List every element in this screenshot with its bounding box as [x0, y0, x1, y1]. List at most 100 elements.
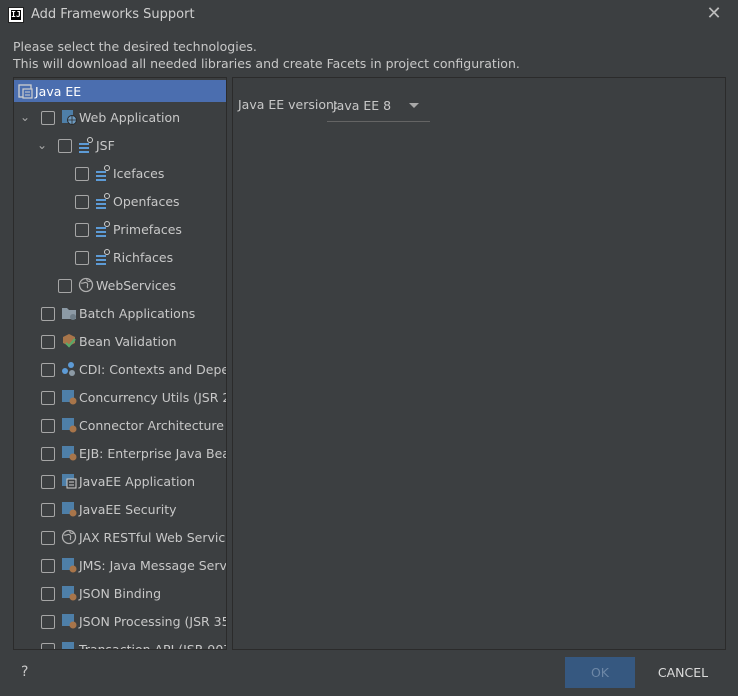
tree-item-label: JAX RESTful Web Services	[79, 530, 227, 545]
javaee-app-icon	[18, 84, 33, 99]
tree-item-richfaces[interactable]: Richfaces	[14, 243, 226, 271]
intellij-logo-icon: IJ	[8, 7, 24, 23]
java-ee-version-label: Java EE version:	[238, 97, 339, 112]
jsf-icon	[79, 137, 93, 153]
tree-item-batch-applications[interactable]: Batch Applications	[14, 299, 226, 327]
checkbox[interactable]	[75, 167, 89, 181]
cdi-icon	[62, 362, 75, 376]
description: Please select the desired technologies. …	[13, 38, 520, 72]
globe-icon	[78, 277, 94, 293]
tree-item-webservices[interactable]: WebServices	[14, 271, 226, 299]
checkbox[interactable]	[58, 139, 72, 153]
module-icon	[62, 418, 77, 433]
checkbox[interactable]	[41, 587, 55, 601]
checkbox[interactable]	[41, 391, 55, 405]
module-icon	[62, 446, 77, 461]
folder-icon	[62, 308, 76, 320]
tree-item-label: Batch Applications	[79, 306, 196, 321]
checkbox[interactable]	[41, 335, 55, 349]
tree-item-concurrency-utils[interactable]: Concurrency Utils (JSR 236	[14, 383, 226, 411]
module-icon	[62, 502, 77, 517]
chevron-down-icon[interactable]: ⌄	[19, 111, 31, 123]
web-app-icon	[62, 110, 77, 125]
checkbox[interactable]	[41, 615, 55, 629]
javaee-app-icon	[62, 474, 77, 489]
tree-item-cdi[interactable]: CDI: Contexts and Depend	[14, 355, 226, 383]
module-icon	[62, 642, 74, 649]
module-icon	[62, 586, 77, 601]
tree-item-label: Bean Validation	[79, 334, 177, 349]
tree-root-label: Java EE	[35, 84, 82, 99]
module-icon	[62, 390, 77, 405]
jsf-icon	[96, 193, 110, 209]
ok-button[interactable]: OK	[565, 657, 635, 688]
frameworks-tree: Java EE ⌄ Web Application ⌄ JSF Icefaces…	[13, 77, 227, 650]
java-ee-version-select[interactable]: Java EE 8	[327, 91, 430, 122]
tree-item-label: Openfaces	[113, 194, 180, 209]
tree-item-label: CDI: Contexts and Depend	[79, 362, 226, 377]
cancel-button[interactable]: CANCEL	[648, 657, 718, 688]
checkbox[interactable]	[41, 363, 55, 377]
tree-item-jms[interactable]: JMS: Java Message Service	[14, 551, 226, 579]
chevron-down-icon[interactable]: ⌄	[36, 139, 48, 151]
close-button[interactable]: ✕	[704, 3, 724, 25]
tree-item-label: Transaction API (JSR 907)	[79, 642, 227, 650]
description-line-1: Please select the desired technologies.	[13, 39, 257, 54]
tree-item-label: JSON Binding	[79, 586, 162, 601]
checkbox[interactable]	[41, 111, 55, 125]
tree-item-connector-architecture[interactable]: Connector Architecture (JS	[14, 411, 226, 439]
tree-item-label: JavaEE Security	[79, 502, 177, 517]
checkbox[interactable]	[41, 447, 55, 461]
checkbox[interactable]	[58, 279, 72, 293]
checkbox[interactable]	[75, 251, 89, 265]
tree-item-label: JMS: Java Message Service	[79, 558, 227, 573]
tree-item-label: Primefaces	[113, 222, 182, 237]
description-line-2: This will download all needed libraries …	[13, 56, 520, 71]
checkbox[interactable]	[75, 223, 89, 237]
settings-panel: Java EE version: Java EE 8	[232, 77, 726, 650]
checkbox[interactable]	[41, 643, 55, 649]
jsf-icon	[96, 221, 110, 237]
tree-item-transaction-api[interactable]: Transaction API (JSR 907)	[14, 635, 227, 650]
tree-item-label: JSF	[96, 138, 115, 153]
tree-item-label: JavaEE Application	[79, 474, 196, 489]
tree-root-java-ee[interactable]: Java EE	[14, 80, 226, 102]
tree-item-jsf[interactable]: ⌄ JSF	[14, 131, 226, 159]
checkbox[interactable]	[41, 419, 55, 433]
tree-item-jax-restful[interactable]: JAX RESTful Web Services	[14, 523, 226, 551]
checkbox[interactable]	[41, 475, 55, 489]
close-icon: ✕	[706, 3, 722, 24]
tree-item-label: Richfaces	[113, 250, 174, 265]
tree-item-label: EJB: Enterprise Java Beans	[79, 446, 226, 461]
module-icon	[62, 558, 77, 573]
checkbox[interactable]	[41, 307, 55, 321]
java-ee-version-value: Java EE 8	[333, 98, 392, 113]
tree-item-web-application[interactable]: ⌄ Web Application	[14, 103, 226, 131]
tree-item-bean-validation[interactable]: Bean Validation	[14, 327, 226, 355]
tree-item-label: WebServices	[96, 278, 176, 293]
window-title: Add Frameworks Support	[31, 7, 195, 22]
tree-item-label: Concurrency Utils (JSR 236	[79, 390, 226, 405]
tree-item-label: Icefaces	[113, 166, 165, 181]
checkbox[interactable]	[41, 531, 55, 545]
tree-item-openfaces[interactable]: Openfaces	[14, 187, 226, 215]
checkbox[interactable]	[41, 503, 55, 517]
title-bar: IJ Add Frameworks Support ✕	[0, 0, 738, 30]
checkbox[interactable]	[41, 559, 55, 573]
tree-item-primefaces[interactable]: Primefaces	[14, 215, 226, 243]
tree-item-label: Web Application	[79, 110, 181, 125]
tree-item-json-processing[interactable]: JSON Processing (JSR 353)	[14, 607, 226, 635]
checkbox[interactable]	[75, 195, 89, 209]
tree-item-javaee-application[interactable]: JavaEE Application	[14, 467, 226, 495]
jsf-icon	[96, 165, 110, 181]
jsf-icon	[96, 249, 110, 265]
tree-item-javaee-security[interactable]: JavaEE Security	[14, 495, 226, 523]
bean-validation-icon	[63, 334, 76, 348]
help-button[interactable]: ?	[21, 664, 28, 680]
tree-item-json-binding[interactable]: JSON Binding	[14, 579, 226, 607]
tree-item-icefaces[interactable]: Icefaces	[14, 159, 226, 187]
module-icon	[62, 614, 77, 629]
globe-icon	[61, 529, 77, 545]
dropdown-arrow-icon	[409, 103, 419, 108]
tree-item-ejb[interactable]: EJB: Enterprise Java Beans	[14, 439, 226, 467]
